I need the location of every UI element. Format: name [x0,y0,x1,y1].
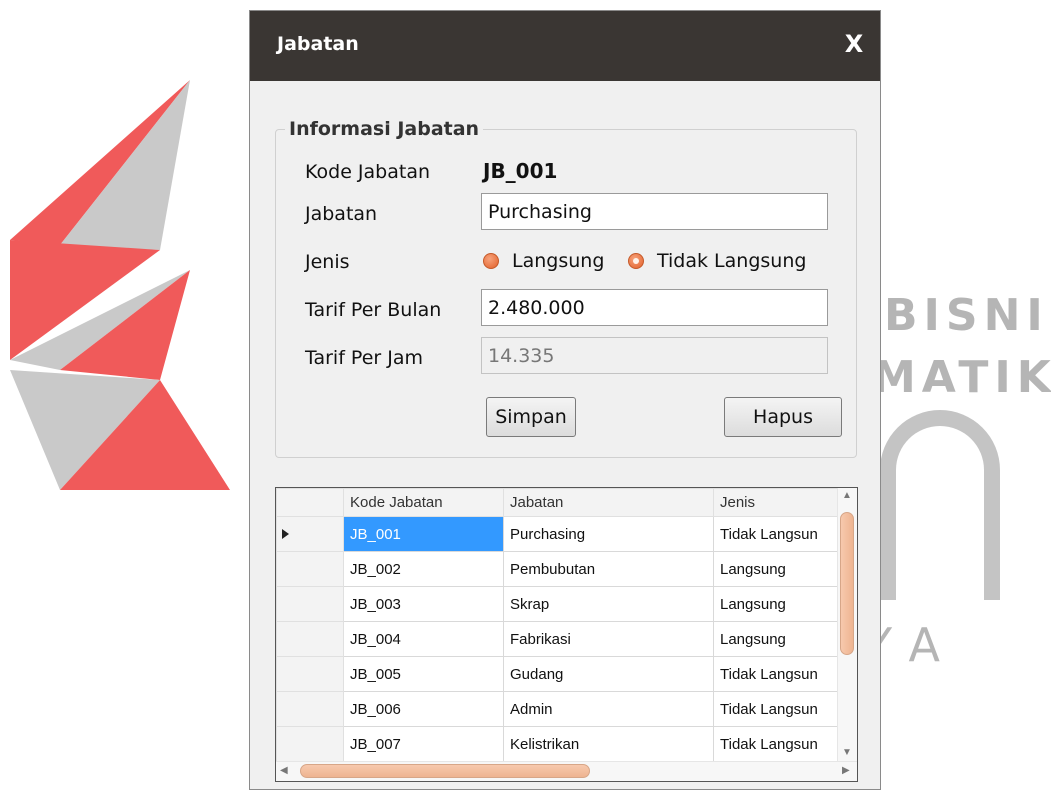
tidak-langsung-radio[interactable] [628,253,644,269]
title-bar: Jabatan X [250,11,880,81]
row-header[interactable] [276,656,344,692]
tarif-per-bulan-input[interactable] [481,289,828,326]
jenis-label: Jenis [305,251,350,273]
row-header-corner [276,488,344,517]
column-header-kode[interactable]: Kode Jabatan [343,488,504,517]
cell-kode[interactable]: JB_002 [343,551,504,587]
kode-jabatan-value: JB_001 [483,159,558,183]
cell-jabatan[interactable]: Admin [503,691,714,727]
close-button[interactable]: X [842,30,866,58]
cell-jenis[interactable]: Langsung [713,586,842,622]
column-header-jenis[interactable]: Jenis [713,488,842,517]
watermark-arc [880,410,1000,600]
grid-header-row: Kode Jabatan Jabatan Jenis [276,488,842,517]
cell-jenis[interactable]: Langsung [713,551,842,587]
cell-jabatan[interactable]: Kelistrikan [503,726,714,762]
cell-kode[interactable]: JB_006 [343,691,504,727]
langsung-radio[interactable] [483,253,499,269]
horizontal-scrollbar[interactable]: ◀ ▶ [276,761,857,781]
tarif-per-bulan-label: Tarif Per Bulan [305,299,442,321]
table-row[interactable]: JB_002 Pembubutan Langsung [276,551,842,587]
cell-kode[interactable]: JB_004 [343,621,504,657]
cell-jenis[interactable]: Tidak Langsun [713,726,842,762]
group-title: Informasi Jabatan [289,118,480,140]
kode-jabatan-label: Kode Jabatan [305,161,431,183]
cell-jenis[interactable]: Tidak Langsun [713,656,842,692]
jabatan-grid[interactable]: Kode Jabatan Jabatan Jenis JB_001 Purchas… [275,487,858,782]
scroll-left-icon[interactable]: ◀ [280,765,288,776]
table-row[interactable]: JB_007 Kelistrikan Tidak Langsun [276,726,842,762]
cell-jenis[interactable]: Tidak Langsun [713,691,842,727]
window-title: Jabatan [277,33,359,55]
hapus-button[interactable]: Hapus [724,397,842,437]
langsung-radio-label: Langsung [512,250,605,272]
cell-jabatan[interactable]: Skrap [503,586,714,622]
table-row[interactable]: JB_004 Fabrikasi Langsung [276,621,842,657]
vertical-scroll-thumb[interactable] [840,512,854,655]
jabatan-label: Jabatan [305,203,378,225]
grid-table: Kode Jabatan Jabatan Jenis JB_001 Purchas… [276,488,842,762]
simpan-button[interactable]: Simpan [486,397,576,437]
cell-jabatan[interactable]: Pembubutan [503,551,714,587]
tarif-per-jam-label: Tarif Per Jam [305,347,423,369]
row-header[interactable] [276,621,344,657]
table-row[interactable]: JB_001 Purchasing Tidak Langsun [276,516,842,552]
cell-kode[interactable]: JB_001 [343,516,504,552]
logo-icon [10,80,230,490]
vertical-scrollbar[interactable]: ▲ ▼ [837,488,857,763]
jabatan-input[interactable] [481,193,828,230]
row-header[interactable] [276,551,344,587]
row-header[interactable] [276,691,344,727]
cell-jabatan[interactable]: Fabrikasi [503,621,714,657]
row-header[interactable] [276,586,344,622]
column-header-jabatan[interactable]: Jabatan [503,488,714,517]
cell-jenis[interactable]: Tidak Langsun [713,516,842,552]
tarif-per-jam-input [481,337,828,374]
table-row[interactable]: JB_003 Skrap Langsung [276,586,842,622]
row-header[interactable] [276,726,344,762]
tidak-langsung-radio-label: Tidak Langsung [657,250,807,272]
table-row[interactable]: JB_005 Gudang Tidak Langsun [276,656,842,692]
cell-jenis[interactable]: Langsung [713,621,842,657]
watermark-text-2: MATIKA [872,352,1051,403]
jabatan-window: Jabatan X Informasi Jabatan Kode Jabatan… [249,10,881,790]
cell-kode[interactable]: JB_005 [343,656,504,692]
cell-kode[interactable]: JB_003 [343,586,504,622]
scroll-right-icon[interactable]: ▶ [842,765,850,776]
scroll-down-icon[interactable]: ▼ [842,747,852,758]
current-row-arrow-icon [282,528,289,539]
cell-jabatan[interactable]: Purchasing [503,516,714,552]
horizontal-scroll-thumb[interactable] [300,764,590,778]
watermark-text-1: BISNIS [884,290,1051,341]
cell-jabatan[interactable]: Gudang [503,656,714,692]
scroll-up-icon[interactable]: ▲ [842,490,852,501]
cell-kode[interactable]: JB_007 [343,726,504,762]
row-header[interactable] [276,516,344,552]
table-row[interactable]: JB_006 Admin Tidak Langsun [276,691,842,727]
